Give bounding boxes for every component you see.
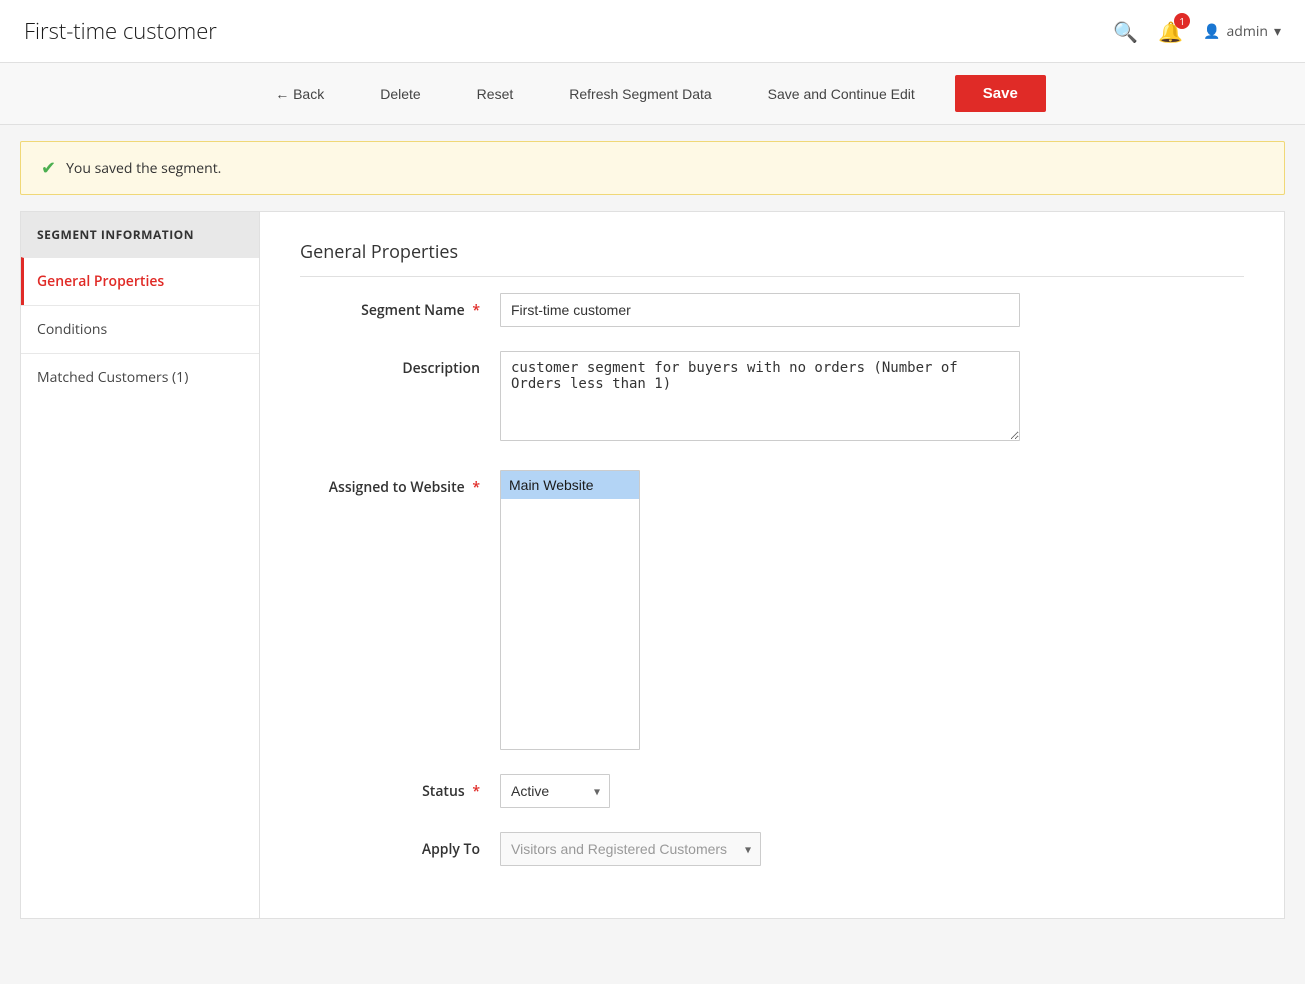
sidebar-item-matched-customers[interactable]: Matched Customers (1) bbox=[21, 353, 259, 401]
delete-button[interactable]: Delete bbox=[364, 78, 436, 110]
refresh-segment-button[interactable]: Refresh Segment Data bbox=[553, 78, 727, 110]
save-button[interactable]: Save bbox=[955, 75, 1046, 112]
sidebar-item-conditions[interactable]: Conditions bbox=[21, 305, 259, 353]
notification-badge: 1 bbox=[1174, 13, 1190, 29]
required-star: * bbox=[472, 301, 480, 320]
sidebar-item-label: Matched Customers (1) bbox=[37, 368, 188, 387]
header-icons: 🔍 🔔 1 👤 admin ▾ bbox=[1113, 18, 1281, 45]
admin-user-menu[interactable]: 👤 admin ▾ bbox=[1203, 22, 1281, 41]
status-select-wrapper: Active Inactive ▾ bbox=[500, 774, 610, 808]
sidebar-item-label: General Properties bbox=[37, 272, 164, 291]
sidebar-section-title: SEGMENT INFORMATION bbox=[21, 212, 259, 257]
description-row: Description customer segment for buyers … bbox=[300, 351, 1244, 446]
success-message: You saved the segment. bbox=[66, 159, 221, 178]
assigned-website-control: Main Website bbox=[500, 470, 1020, 750]
apply-to-select-wrapper: Visitors and Registered Customers Regist… bbox=[500, 832, 761, 866]
notification-icon[interactable]: 🔔 1 bbox=[1158, 18, 1183, 45]
page-header: First-time customer 🔍 🔔 1 👤 admin ▾ bbox=[0, 0, 1305, 63]
success-banner: ✔ You saved the segment. bbox=[20, 141, 1285, 195]
segment-name-input[interactable] bbox=[500, 293, 1020, 327]
success-icon: ✔ bbox=[41, 156, 56, 180]
segment-name-row: Segment Name * bbox=[300, 293, 1244, 327]
required-star: * bbox=[472, 478, 480, 497]
chevron-down-icon: ▾ bbox=[1274, 22, 1281, 41]
description-textarea[interactable]: customer segment for buyers with no orde… bbox=[500, 351, 1020, 441]
user-icon: 👤 bbox=[1203, 22, 1220, 41]
apply-to-label: Apply To bbox=[300, 832, 500, 859]
admin-label: admin bbox=[1227, 22, 1268, 41]
required-star: * bbox=[472, 782, 480, 801]
sidebar-item-label: Conditions bbox=[37, 320, 107, 339]
status-control: Active Inactive ▾ bbox=[500, 774, 1020, 808]
save-continue-button[interactable]: Save and Continue Edit bbox=[752, 78, 931, 110]
segment-name-control bbox=[500, 293, 1020, 327]
search-icon[interactable]: 🔍 bbox=[1113, 18, 1138, 45]
form-area: General Properties Segment Name * Descri… bbox=[260, 211, 1285, 919]
sidebar: SEGMENT INFORMATION General Properties C… bbox=[20, 211, 260, 919]
form-section-title: General Properties bbox=[300, 240, 1244, 277]
toolbar: ← Back Delete Reset Refresh Segment Data… bbox=[0, 63, 1305, 125]
status-select[interactable]: Active Inactive bbox=[500, 774, 610, 808]
website-listbox[interactable]: Main Website bbox=[500, 470, 640, 750]
status-label: Status * bbox=[300, 774, 500, 801]
back-button[interactable]: ← Back bbox=[259, 78, 340, 110]
description-control: customer segment for buyers with no orde… bbox=[500, 351, 1020, 446]
website-option-main[interactable]: Main Website bbox=[501, 471, 639, 499]
apply-to-control: Visitors and Registered Customers Regist… bbox=[500, 832, 1020, 866]
assigned-website-row: Assigned to Website * Main Website bbox=[300, 470, 1244, 750]
page-title: First-time customer bbox=[24, 16, 217, 46]
apply-to-row: Apply To Visitors and Registered Custome… bbox=[300, 832, 1244, 866]
main-content: SEGMENT INFORMATION General Properties C… bbox=[20, 211, 1285, 919]
assigned-website-label: Assigned to Website * bbox=[300, 470, 500, 497]
status-row: Status * Active Inactive ▾ bbox=[300, 774, 1244, 808]
reset-button[interactable]: Reset bbox=[461, 78, 530, 110]
apply-to-select[interactable]: Visitors and Registered Customers Regist… bbox=[500, 832, 761, 866]
description-label: Description bbox=[300, 351, 500, 378]
sidebar-item-general-properties[interactable]: General Properties bbox=[21, 257, 259, 305]
segment-name-label: Segment Name * bbox=[300, 293, 500, 320]
